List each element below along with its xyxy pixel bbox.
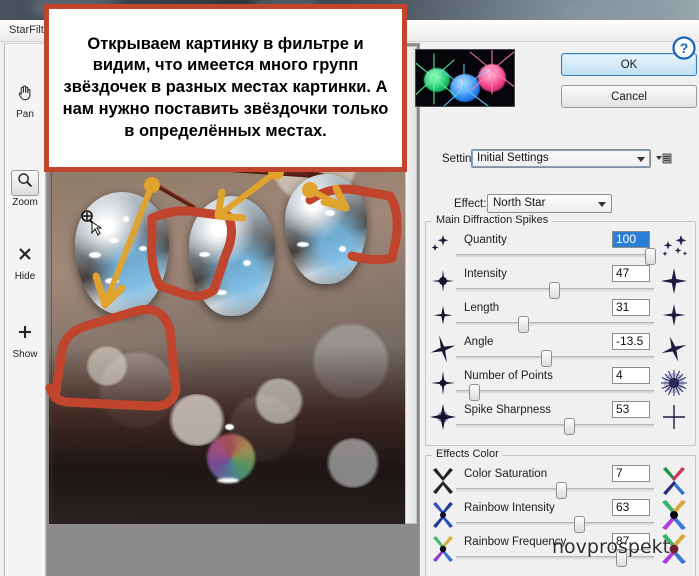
chevron-down-icon xyxy=(637,157,645,162)
watermark: novprospekt xyxy=(552,536,671,558)
hand-icon xyxy=(5,82,45,108)
burst-star-icon xyxy=(659,368,689,398)
settings-dropdown[interactable]: Initial Settings xyxy=(471,149,651,168)
group-main-diffraction-spikes-title: Main Diffraction Spikes xyxy=(432,214,553,226)
gray-x-star-icon xyxy=(430,466,456,496)
tool-zoom[interactable]: Zoom xyxy=(5,170,45,208)
tilted-star-icon xyxy=(430,334,456,364)
slider-track-length[interactable] xyxy=(456,322,654,326)
slider-label-quantity: Quantity xyxy=(464,234,507,246)
slider-thumb-spike-sharpness[interactable] xyxy=(564,418,575,435)
slider-row-intensity: Intensity 47 xyxy=(426,265,691,301)
options-panel: OK Cancel Settings: Initial Settings Eff… xyxy=(415,43,699,576)
small-star-icon xyxy=(430,300,456,330)
slider-row-number-of-points: Number of Points 4 xyxy=(426,367,691,403)
slider-track-quantity[interactable] xyxy=(456,254,654,258)
slider-label-number-of-points: Number of Points xyxy=(464,370,553,382)
slider-track-rainbow-intensity[interactable] xyxy=(456,522,654,526)
slider-row-angle: Angle -13.5 xyxy=(426,333,691,369)
slider-track-color-saturation[interactable] xyxy=(456,488,654,492)
settings-menu-icon[interactable] xyxy=(656,152,672,170)
slider-value-intensity[interactable]: 47 xyxy=(612,265,650,282)
slider-value-spike-sharpness[interactable]: 53 xyxy=(612,401,650,418)
slider-track-number-of-points[interactable] xyxy=(456,390,654,394)
slider-track-angle[interactable] xyxy=(456,356,654,360)
slider-thumb-length[interactable] xyxy=(518,316,529,333)
settings-dropdown-value: Initial Settings xyxy=(477,152,549,164)
help-button[interactable]: ? xyxy=(672,36,696,60)
four-point-star-icon xyxy=(430,368,456,398)
slider-value-color-saturation[interactable]: 7 xyxy=(612,465,650,482)
slider-label-intensity: Intensity xyxy=(464,268,507,280)
slider-label-color-saturation: Color Saturation xyxy=(464,468,548,480)
slider-thumb-number-of-points[interactable] xyxy=(469,384,480,401)
slider-label-angle: Angle xyxy=(464,336,494,348)
slider-row-rainbow-intensity: Rainbow Intensity 63 xyxy=(426,499,691,535)
ok-button-label: OK xyxy=(620,58,638,71)
blue-x-star-icon xyxy=(430,500,456,530)
small-stars-icon xyxy=(430,232,456,262)
tool-zoom-label: Zoom xyxy=(12,197,38,208)
rainbow-x-star-icon xyxy=(430,534,456,564)
slider-label-rainbow-intensity: Rainbow Intensity xyxy=(464,502,555,514)
slider-thumb-intensity[interactable] xyxy=(549,282,560,299)
product-logo xyxy=(415,49,515,107)
group-effects-color-title: Effects Color xyxy=(432,448,503,460)
four-point-star-icon xyxy=(659,266,689,296)
tool-show-label: Show xyxy=(12,349,38,360)
chevron-down-icon xyxy=(598,202,606,207)
slider-track-spike-sharpness[interactable] xyxy=(456,424,654,428)
slider-label-rainbow-frequency: Rainbow Frequency xyxy=(464,536,567,548)
slider-label-spike-sharpness: Spike Sharpness xyxy=(464,404,551,416)
slider-row-color-saturation: Color Saturation 7 xyxy=(426,465,691,501)
effect-dropdown-value: North Star xyxy=(493,197,546,209)
instruction-callout-text: Открываем картинку в фильтре и видим, чт… xyxy=(62,34,389,140)
slider-thumb-color-saturation[interactable] xyxy=(556,482,567,499)
slider-label-length: Length xyxy=(464,302,500,314)
tool-hide[interactable]: Hide xyxy=(5,244,45,282)
round-star-icon xyxy=(430,266,456,296)
four-point-star-icon xyxy=(659,300,689,330)
instruction-callout: Открываем картинку в фильтре и видим, чт… xyxy=(44,4,407,172)
tool-pan[interactable]: Pan xyxy=(5,82,45,120)
starfilter-screenshot: StarFilte Pan Zoom Hide Show OK Cancel S… xyxy=(0,0,699,576)
tool-pan-label: Pan xyxy=(16,109,34,120)
tilted-star-icon xyxy=(659,334,689,364)
slider-value-quantity[interactable]: 100 xyxy=(612,231,650,248)
group-main-diffraction-spikes: Main Diffraction Spikes Quantity 100 Int… xyxy=(425,214,696,446)
slider-row-length: Length 31 xyxy=(426,299,691,335)
svg-text:?: ? xyxy=(680,40,689,56)
tool-hide-label: Hide xyxy=(14,271,36,282)
thin-cross-star-icon xyxy=(659,402,689,432)
slider-value-number-of-points[interactable]: 4 xyxy=(612,367,650,384)
cancel-button[interactable]: Cancel xyxy=(561,85,697,108)
slider-value-rainbow-intensity[interactable]: 63 xyxy=(612,499,650,516)
many-stars-icon xyxy=(659,232,689,262)
cancel-button-label: Cancel xyxy=(611,90,647,103)
plus-icon xyxy=(5,322,45,348)
slider-value-length[interactable]: 31 xyxy=(612,299,650,316)
slider-thumb-quantity[interactable] xyxy=(645,248,656,265)
slider-value-angle[interactable]: -13.5 xyxy=(612,333,650,350)
rainbow-x-star-icon xyxy=(659,500,689,530)
effect-dropdown[interactable]: North Star xyxy=(487,194,612,213)
slider-thumb-angle[interactable] xyxy=(541,350,552,367)
slider-row-spike-sharpness: Spike Sharpness 53 xyxy=(426,401,691,437)
color-x-star-icon xyxy=(659,466,689,496)
bold-star-icon xyxy=(430,402,456,432)
slider-row-quantity: Quantity 100 xyxy=(426,231,691,267)
tool-rail: Pan Zoom Hide Show xyxy=(4,43,46,576)
slider-thumb-rainbow-intensity[interactable] xyxy=(574,516,585,533)
effect-label: Effect: xyxy=(454,198,487,210)
magnifier-icon xyxy=(11,170,39,196)
tool-show[interactable]: Show xyxy=(5,322,45,360)
cross-icon xyxy=(5,244,45,270)
